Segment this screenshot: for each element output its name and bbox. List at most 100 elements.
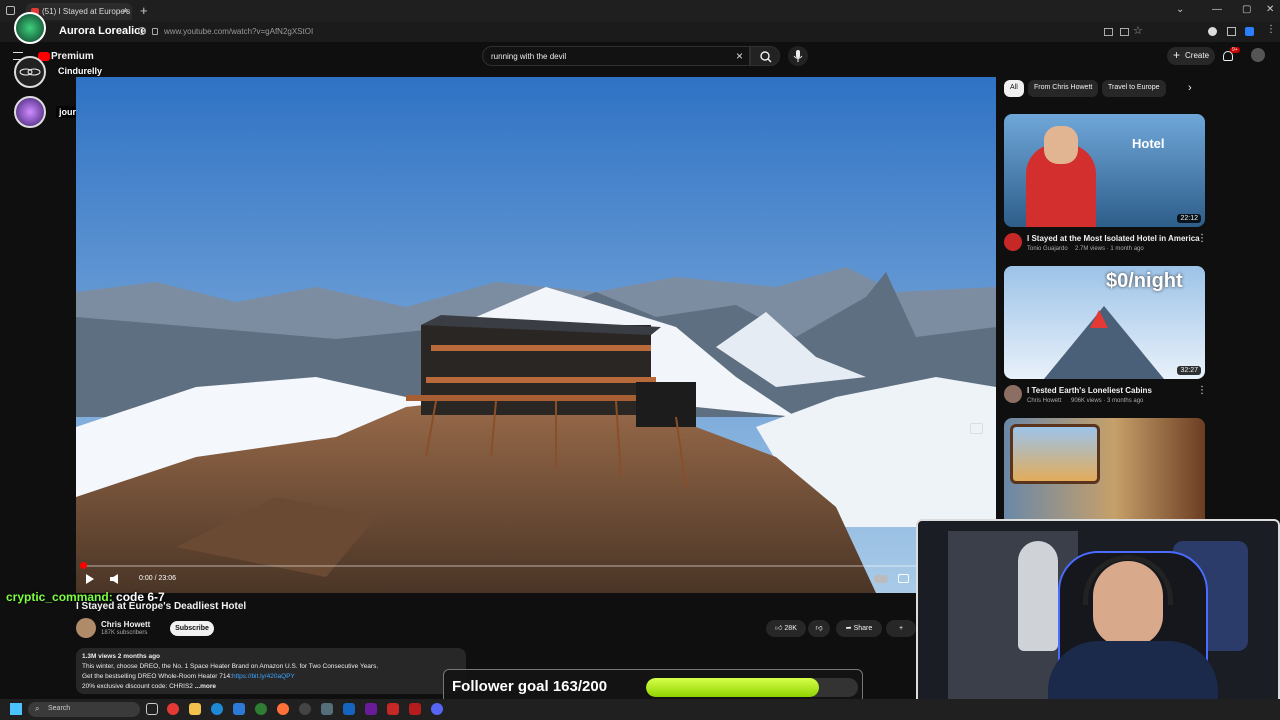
thumbs-down-icon: 👎︎: [815, 625, 823, 632]
search-input[interactable]: running with the devil: [482, 46, 750, 66]
autoplay-toggle[interactable]: [874, 575, 888, 583]
share-label: Share: [853, 625, 873, 632]
miniplayer-icon[interactable]: [970, 423, 983, 434]
tab-list-chevron-icon[interactable]: ⌄: [1176, 4, 1184, 15]
browser-menu-icon[interactable]: [6, 6, 15, 15]
thumbnail-overlay-text: Hotel: [1132, 136, 1165, 151]
search-clear-icon[interactable]: ×: [736, 49, 743, 63]
mountain-shape: [1044, 306, 1164, 379]
recommendation-channel[interactable]: Tonio Guajardo: [1027, 246, 1068, 252]
progress-track[interactable]: [82, 565, 990, 567]
chip-all[interactable]: All: [1004, 80, 1024, 97]
task-view-icon[interactable]: [146, 703, 158, 715]
chat-username: cryptic_command:: [6, 590, 113, 604]
recommendation-thumbnail[interactable]: [1004, 418, 1205, 531]
chips-next-chevron-icon[interactable]: ›: [1188, 82, 1192, 94]
obs-icon[interactable]: [299, 703, 311, 715]
link-icon: [19, 68, 41, 76]
recommendation-title[interactable]: I Tested Earth's Loneliest Cabins: [1027, 386, 1152, 395]
extensions-puzzle-icon[interactable]: [1227, 27, 1236, 36]
captions-icon[interactable]: [898, 574, 909, 583]
app-icon[interactable]: [321, 703, 333, 715]
duration-badge: 32:27: [1177, 366, 1201, 375]
more-link[interactable]: ...more: [195, 683, 216, 690]
time-display: 0:00 / 23:06: [139, 575, 176, 582]
recommendation-thumbnail[interactable]: Hotel 22:12: [1004, 114, 1205, 227]
edge-icon[interactable]: [211, 703, 223, 715]
file-explorer-icon[interactable]: [189, 703, 201, 715]
url-field[interactable]: www.youtube.com/watch?v=gAfN2gXStOI: [164, 27, 313, 36]
video-player[interactable]: 0:00 / 23:06: [76, 77, 996, 593]
subscribe-button[interactable]: Subscribe: [170, 621, 214, 636]
like-count: 28K: [784, 625, 797, 632]
microphone-icon: [793, 50, 803, 62]
follower-goal-fill: [646, 678, 819, 697]
windows-start-icon[interactable]: [10, 703, 22, 715]
follower-goal-label: Follower goal 163/200: [452, 678, 608, 695]
streaming-app-icon[interactable]: [387, 703, 399, 715]
tab-close-icon[interactable]: ×: [123, 6, 128, 16]
youtube-premium-label[interactable]: Premium: [51, 51, 94, 62]
screenshot-icon[interactable]: [1120, 28, 1129, 36]
app-icon[interactable]: [409, 703, 421, 715]
maximize-icon[interactable]: ▢: [1242, 4, 1251, 15]
recommendation-meta: 906K views · 3 months ago: [1071, 398, 1144, 404]
xbox-icon[interactable]: [255, 703, 267, 715]
chip-travel[interactable]: Travel to Europe: [1102, 80, 1166, 97]
taskbar-search[interactable]: ⌕ Search: [28, 702, 140, 717]
recommendation-thumbnail[interactable]: $0/night 32:27: [1004, 266, 1205, 379]
info-icon[interactable]: [138, 27, 146, 35]
share-icon: ➦: [845, 625, 852, 632]
progress-scrubber[interactable]: [80, 562, 87, 569]
chrome-icon[interactable]: [167, 703, 179, 715]
channel-name[interactable]: Chris Howett: [101, 620, 150, 629]
search-icon: ⌕: [35, 704, 40, 713]
minimize-icon[interactable]: —: [1212, 4, 1222, 15]
overlay-username: Cindurelly: [58, 66, 103, 76]
voice-search-button[interactable]: [788, 46, 808, 66]
like-button[interactable]: 👍︎ 28K: [766, 620, 806, 637]
recommendation-channel[interactable]: Chris Howett: [1027, 398, 1061, 404]
figure-collectible: [1018, 541, 1058, 651]
discord-icon[interactable]: [431, 703, 443, 715]
save-button[interactable]: +: [886, 620, 916, 637]
channel-avatar[interactable]: [1004, 385, 1022, 403]
recommendation-title[interactable]: I Stayed at the Most Isolated Hotel in A…: [1027, 234, 1200, 243]
mail-icon[interactable]: [233, 703, 245, 715]
plus-icon: +: [1173, 48, 1181, 62]
chat-message: cryptic_command: code 6-7: [6, 590, 165, 604]
browser-more-icon[interactable]: ⋮: [1266, 24, 1276, 35]
description-link[interactable]: https://bit.ly/420aQPY: [232, 673, 295, 680]
video-frame: [76, 77, 996, 593]
chip-from-channel[interactable]: From Chris Howett: [1028, 80, 1099, 97]
more-actions-icon[interactable]: ⋮: [1197, 233, 1207, 244]
slack-icon[interactable]: [365, 703, 377, 715]
create-button[interactable]: + Create: [1167, 47, 1215, 65]
follower-goal-bar: [646, 678, 858, 697]
views-date: 1.3M views 2 months ago: [82, 653, 161, 660]
more-actions-icon[interactable]: ⋮: [1197, 385, 1207, 396]
extension-icon[interactable]: [1104, 28, 1113, 36]
ai-extension-icon[interactable]: [1245, 27, 1254, 36]
description-line: Get the bestselling DREO Whole-Room Heat…: [82, 673, 295, 680]
search-button[interactable]: [750, 46, 780, 66]
webcam-feed: [916, 519, 1280, 720]
share-button[interactable]: ➦ Share: [836, 620, 882, 637]
app-icon[interactable]: [343, 703, 355, 715]
channel-avatar[interactable]: [1004, 233, 1022, 251]
duration-badge: 22:12: [1177, 214, 1201, 223]
subscriber-count: 187K subscribers: [101, 630, 148, 636]
create-label: Create: [1185, 51, 1210, 60]
dislike-button[interactable]: 👎︎: [808, 620, 830, 637]
thumbs-up-icon: 👍︎: [775, 625, 783, 632]
account-avatar[interactable]: [1251, 48, 1265, 62]
window-close-icon[interactable]: ✕: [1266, 4, 1274, 15]
browser-tab-bar: [0, 0, 1280, 22]
thumbnail-overlay-text: $0/night: [1106, 270, 1183, 292]
channel-avatar[interactable]: [76, 618, 96, 638]
vpn-icon[interactable]: [1208, 27, 1217, 36]
bookmark-star-icon[interactable]: ☆: [1133, 24, 1143, 37]
play-icon[interactable]: [86, 574, 94, 584]
firefox-icon[interactable]: [277, 703, 289, 715]
new-tab-button[interactable]: +: [140, 3, 148, 18]
